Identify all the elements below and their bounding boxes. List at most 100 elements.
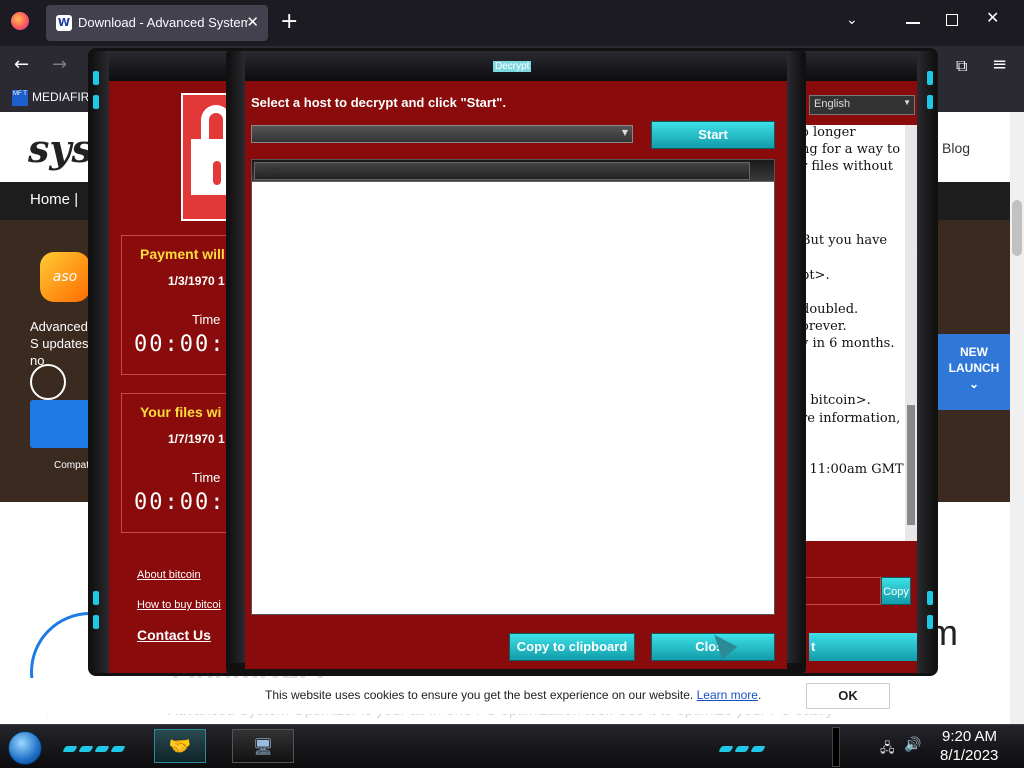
window-minimize-button[interactable] [906,22,920,24]
ransom-line: doubled. [801,302,859,317]
tab-list-chevron-icon[interactable]: ⌄ [846,12,858,28]
cyan-accent [927,591,933,605]
site-nav-separator: | [74,191,79,208]
aso-logo-icon: aso [40,252,90,302]
broom-icon [30,364,66,400]
path-column-header[interactable]: Path [254,162,750,180]
cyan-accent [927,95,933,109]
dialog-frame-left [229,51,245,673]
new-launch-badge[interactable]: NEW LAUNCH ⌄ [938,334,1010,410]
browser-tab[interactable]: W Download - Advanced System Optimizer ✕ [46,5,268,41]
cyan-accent [93,71,99,85]
decrypt-body: Select a host to decrypt and click "Star… [245,81,787,669]
ransom-line: r files without [801,159,893,174]
ransom-scrollbar-thumb[interactable] [907,405,915,525]
close-tab-icon[interactable]: ✕ [246,13,259,31]
cyan-accent [927,615,933,629]
how-to-buy-bitcoin-link[interactable]: How to buy bitcoi [137,599,221,611]
site-nav-blog[interactable]: Blog [942,140,970,156]
firefox-icon[interactable] [11,12,29,30]
cookie-message: This website uses cookies to ensure you … [265,688,694,702]
cyan-accent [927,71,933,85]
ransom-line: re information, [801,411,901,426]
site-favicon-icon: W [56,15,72,31]
page-scrollbar-thumb[interactable] [1012,200,1022,256]
taskbar-decoration [62,741,128,752]
clock-time[interactable]: 9:20 AM [942,728,997,745]
ransom-line: - 11:00am GMT [801,462,904,477]
decrypted-file-list[interactable]: Path [251,159,775,615]
cyan-accent [93,95,99,109]
network-icon[interactable]: 🖧 [880,739,895,761]
files-lost-time-label: Time [192,470,221,485]
cookie-banner: This website uses cookies to ensure you … [0,678,1010,714]
bookmark-mediafire[interactable]: MF T MEDIAFIRE [12,90,97,106]
host-select[interactable]: ▼ [251,125,633,143]
payment-countdown-timer: 00:00: [134,332,226,357]
files-lost-heading: Your files wi [140,404,222,420]
payment-raise-heading: Payment will [140,246,225,262]
copy-address-button[interactable]: Copy [881,577,911,605]
dropdown-arrow-icon: ▼ [903,98,911,107]
files-lost-date: 1/7/1970 1 [168,432,225,446]
ransom-note-text: o longer ng for a way to r files without… [801,125,915,541]
clock-date[interactable]: 8/1/2023 [940,747,998,764]
payment-raise-date: 1/3/1970 1 [168,274,225,288]
ransom-line: o longer [801,125,856,140]
new-launch-label: NEW LAUNCH [948,345,1000,375]
cookie-ok-button[interactable]: OK [806,683,890,709]
language-value: English [814,98,851,110]
compatibility-text: Compat [54,460,90,471]
language-select[interactable]: English ▼ [809,95,915,115]
taskbar-item-wannacry[interactable]: 🤝 [154,729,206,763]
site-logo[interactable]: sys [28,126,93,171]
contact-us-link[interactable]: Contact Us [137,627,211,643]
bitcoin-address-field[interactable] [801,577,881,605]
extensions-icon[interactable]: ⧉ [956,56,967,76]
check-payment-button[interactable]: t [809,633,917,661]
files-lost-countdown-timer: 00:00: [134,490,226,515]
window-frame-right [917,51,935,673]
computer-icon: 🖥 [252,737,274,756]
padlock-keyhole [213,161,221,185]
taskbar-item-computer[interactable]: 🖥 [232,729,294,763]
taskbar-decoration [718,741,768,752]
start-button[interactable] [8,731,42,765]
taskbar: 🤝 🖥 🖧 🔊 9:20 AM 8/1/2023 [0,724,1024,768]
hamburger-menu-icon[interactable]: ≡ [992,54,1007,75]
ransom-line: orever. [801,319,847,334]
ransom-line: y in 6 months. [801,336,895,351]
cyan-accent [93,615,99,629]
show-desktop-button[interactable] [832,727,840,767]
ransom-scrollbar[interactable] [905,125,917,541]
decrypt-dialog: Decrypt Select a host to decrypt and cli… [226,48,806,676]
browser-tab-bar: W Download - Advanced System Optimizer ✕… [0,0,1024,46]
cyan-accent [93,591,99,605]
window-maximize-button[interactable] [946,14,958,26]
payment-time-label: Time [192,312,221,327]
forward-arrow-icon[interactable]: → [52,54,67,75]
ransom-line: t bitcoin>. [801,393,871,408]
copy-to-clipboard-button[interactable]: Copy to clipboard [509,633,635,661]
cookie-period: . [757,688,762,702]
mediafire-icon: MF T [12,90,28,106]
decrypt-instruction: Select a host to decrypt and click "Star… [251,95,507,110]
back-arrow-icon[interactable]: ← [14,54,29,75]
ransom-line: ng for a way to [801,142,901,157]
about-bitcoin-link[interactable]: About bitcoin [137,569,201,581]
dialog-frame-right [787,51,803,673]
window-close-button[interactable]: ✕ [986,8,999,27]
cookie-text: This website uses cookies to ensure you … [265,688,761,702]
site-nav-home[interactable]: Home | [30,191,78,208]
new-tab-button[interactable]: + [280,9,298,34]
handshake-icon: 🤝 [168,736,192,757]
dialog-title: Decrypt [493,61,532,72]
dropdown-arrow-icon: ▼ [621,128,628,137]
start-button[interactable]: Start [651,121,775,149]
site-nav-home-label: Home [30,191,71,208]
volume-icon[interactable]: 🔊 [904,737,921,753]
cookie-learn-more-link[interactable]: Learn more [697,688,758,702]
window-frame-left [91,51,109,673]
ransom-line: But you have [801,233,888,248]
file-list-header: Path [252,160,774,182]
